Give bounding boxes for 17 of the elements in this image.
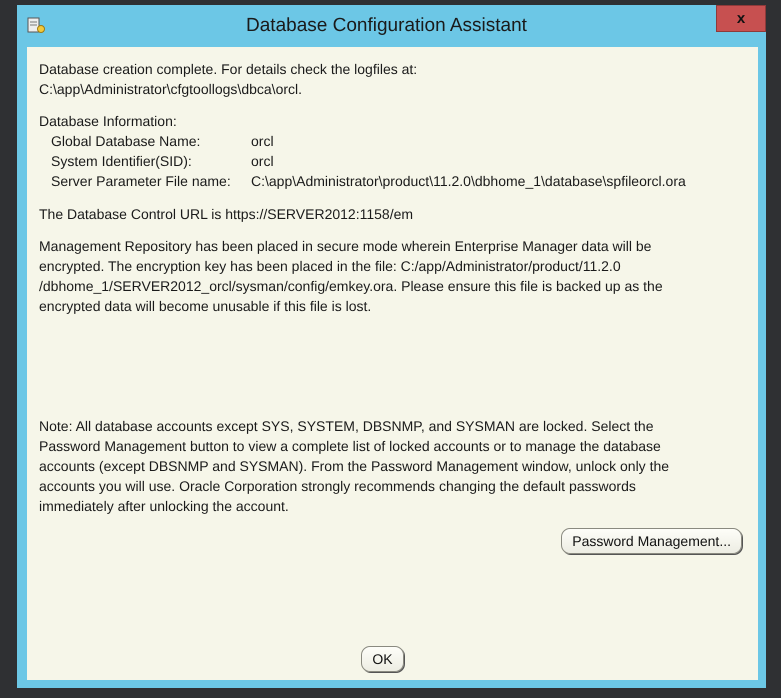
field-value: C:\app\Administrator\product\11.2.0\dbhome_1\database\spfileorcl.ora xyxy=(251,172,687,191)
ok-button[interactable]: OK xyxy=(361,646,404,672)
log-path: C:\app\Administrator\cfgtoollogs\dbca\orcl. xyxy=(39,80,304,99)
window-title: Database Configuration Assistant xyxy=(245,15,528,37)
password-management-button[interactable]: Password Management... xyxy=(561,528,742,554)
field-label: Global Database Name: xyxy=(51,132,202,151)
completion-message: Database creation complete. For details check the logfiles at: xyxy=(39,60,418,79)
accounts-note: Note: All database accounts except SYS, SYSTEM, DBSNMP, and SYSMAN are locked. Select the Password Management button to view a complete list of locked accounts or to manage the database accounts (except DBSNMP and SYSMAN). From the Password Management window, unlock only the accounts you will use. Oracle Corporation strongly recommends changing the default passwords immediately after unlocking the account. xyxy=(39,417,670,516)
repository-note: Management Repository has been placed in secure mode wherein Enterprise Manager data will be encrypted. The encryption key has been placed in the file: C:/app/Administrator/product/11.2.0 /dbhome_1/SERVER2012_orcl/sysman/config/emkey.ora. Please ensure this file is backed up as the encrypted data will become unusable if this file is lost. xyxy=(39,237,664,316)
field-value: orcl xyxy=(251,132,275,151)
control-url-text: The Database Control URL is https://SERVER2012:1158/em xyxy=(39,205,414,224)
document-icon xyxy=(27,16,45,34)
close-button[interactable]: x xyxy=(716,5,766,32)
field-value: orcl xyxy=(251,152,275,171)
field-label: Server Parameter File name: xyxy=(51,172,232,191)
field-label: System Identifier(SID): xyxy=(51,152,193,171)
section-heading: Database Information: xyxy=(39,112,178,131)
